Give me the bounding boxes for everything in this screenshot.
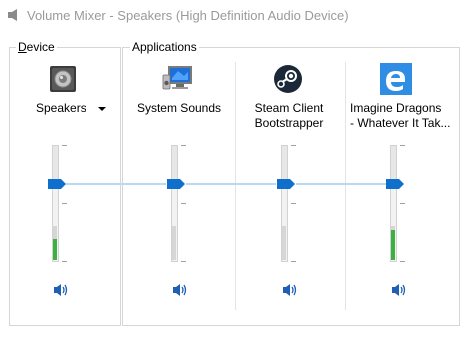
app-name: System Sounds bbox=[136, 101, 222, 115]
steam-volume-thumb[interactable] bbox=[277, 179, 295, 189]
title-bar: Volume Mixer - Speakers (High Definition… bbox=[0, 0, 471, 30]
system-sounds-volume-thumb[interactable] bbox=[167, 179, 185, 189]
steam-icon bbox=[274, 65, 302, 93]
speaker-device-icon bbox=[50, 66, 76, 92]
volume-link-line bbox=[66, 183, 166, 185]
edge-volume-thumb[interactable] bbox=[386, 179, 404, 189]
edge-peak-fill bbox=[391, 230, 395, 260]
app-name: Imagine Dragons - Whatever It Tak... bbox=[350, 101, 451, 130]
volume-link-line bbox=[186, 183, 276, 185]
system-sounds-icon bbox=[162, 66, 192, 90]
edge-browser-icon bbox=[380, 63, 412, 95]
device-group-label: Device bbox=[16, 40, 57, 54]
window-title: Volume Mixer - Speakers (High Definition… bbox=[27, 8, 349, 23]
device-peak-meter bbox=[53, 226, 57, 260]
edge-volume-ticks bbox=[400, 145, 405, 262]
system-sounds-volume-ticks bbox=[181, 145, 186, 262]
chevron-down-icon[interactable] bbox=[97, 106, 107, 112]
device-peak-fill bbox=[53, 238, 57, 260]
edge-mute-button[interactable] bbox=[391, 282, 407, 298]
steam-peak-meter bbox=[282, 226, 286, 260]
column-divider bbox=[345, 62, 346, 310]
steam-volume-ticks bbox=[291, 145, 296, 262]
system-sounds-peak-meter bbox=[172, 226, 176, 260]
column-divider bbox=[235, 62, 236, 310]
device-volume-thumb[interactable] bbox=[48, 179, 66, 189]
applications-group-label: Applications bbox=[130, 40, 199, 54]
system-sounds-mute-button[interactable] bbox=[172, 282, 188, 298]
volume-link-line bbox=[296, 183, 386, 185]
device-name[interactable]: Speakers bbox=[36, 101, 86, 116]
edge-peak-meter bbox=[391, 226, 395, 260]
device-volume-ticks bbox=[62, 145, 67, 262]
steam-mute-button[interactable] bbox=[282, 282, 298, 298]
volume-mixer-icon bbox=[8, 9, 17, 21]
device-mute-button[interactable] bbox=[53, 282, 69, 298]
app-name: Steam Client Bootstrapper bbox=[254, 101, 324, 130]
